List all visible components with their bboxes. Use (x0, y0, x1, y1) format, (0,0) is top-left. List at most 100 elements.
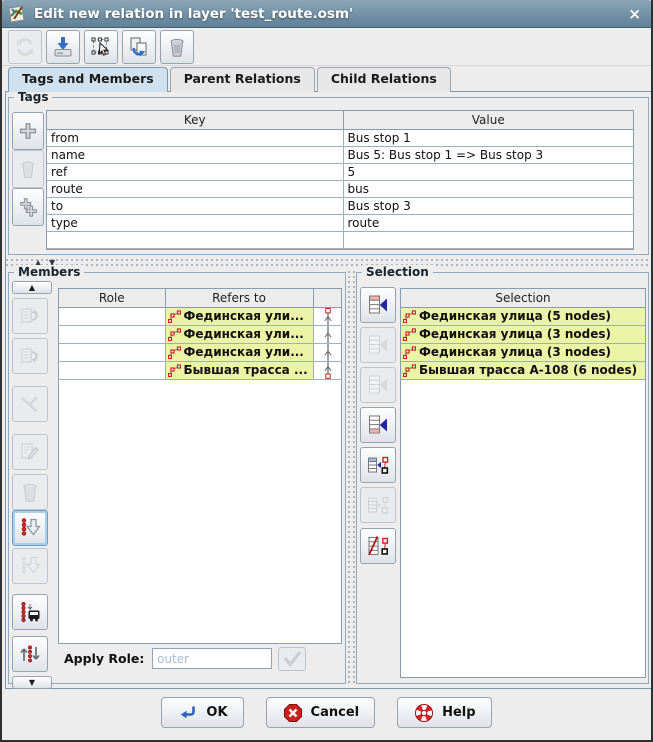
split-members-button[interactable] (12, 386, 48, 422)
members-panel-title: Members (14, 265, 84, 279)
apply-changes-button[interactable] (46, 30, 80, 64)
link-icon (314, 326, 342, 343)
selection-row[interactable]: Бывшая трасса А-108 (6 nodes) (401, 361, 645, 379)
cancel-button[interactable]: Cancel (266, 697, 376, 728)
copy-member-above-button[interactable] (12, 298, 48, 334)
triangle-up-icon: ▲ (29, 283, 35, 292)
members-table: Role Refers to Фединская ули... Фединска… (59, 289, 341, 380)
way-icon (403, 310, 416, 323)
tab-child-relations[interactable]: Child Relations (317, 67, 451, 92)
link-icon (314, 362, 342, 379)
selection-row[interactable]: Фединская улица (5 nodes) (401, 307, 645, 325)
horizontal-splitter[interactable]: ▲ ▼ (5, 258, 652, 269)
tab-bar: Tags and Members Parent Relations Child … (8, 67, 451, 92)
select-relation-button[interactable] (84, 30, 118, 64)
members-col-role: Role (59, 289, 165, 307)
paste-tags-icon (17, 196, 39, 218)
window-title: Edit new relation in layer 'test_route.o… (34, 6, 626, 22)
way-icon (168, 364, 181, 377)
branch-icon (18, 392, 42, 416)
add-selection-at-end-button[interactable] (360, 407, 396, 443)
select-icon (89, 35, 113, 59)
titlebar[interactable]: Edit new relation in layer 'test_route.o… (0, 0, 653, 28)
tag-row[interactable]: fromBus stop 1 (47, 129, 633, 146)
member-role-cell (59, 361, 165, 379)
select-objects-of-members-button[interactable] (360, 487, 396, 523)
add-after-icon (366, 373, 390, 397)
help-button[interactable]: Help (397, 697, 491, 728)
member-row[interactable]: Фединская ули... (59, 343, 341, 361)
add-tag-button[interactable] (12, 112, 44, 150)
select-members-from-selection-button[interactable] (360, 447, 396, 483)
apply-role-button[interactable] (278, 647, 306, 671)
route-sort-button[interactable] (12, 594, 48, 630)
toolbar (2, 28, 651, 66)
add-tag-icon (17, 120, 39, 142)
tags-table: Key Value fromBus stop 1 nameBus 5: Bus … (47, 111, 633, 249)
close-button[interactable]: × (626, 5, 643, 23)
members-table-viewport: Role Refers to Фединская ули... Фединска… (58, 288, 342, 644)
selection-col-header: Selection (401, 289, 645, 307)
copy-above-icon (18, 304, 42, 328)
member-role-cell (59, 307, 165, 325)
add-at-start-icon (366, 293, 390, 317)
selection-panel-title: Selection (362, 265, 433, 279)
tag-row[interactable]: typeroute (47, 214, 633, 231)
remove-selected-from-relation-button[interactable] (360, 528, 396, 564)
add-selection-after-button[interactable] (360, 367, 396, 403)
selection-row[interactable]: Фединская улица (3 nodes) (401, 325, 645, 343)
selection-table: Selection Фединская улица (5 nodes) Феди… (401, 289, 645, 380)
add-selection-before-button[interactable] (360, 327, 396, 363)
members-col-link (313, 289, 341, 307)
refresh-button[interactable] (8, 30, 42, 64)
copy-member-below-button[interactable] (12, 338, 48, 374)
download-members-icon (18, 516, 42, 540)
delete-relation-button[interactable] (160, 30, 194, 64)
member-row[interactable]: Бывшая трасса ... (59, 361, 341, 379)
vertical-splitter[interactable] (347, 270, 356, 684)
duplicate-relation-button[interactable] (122, 30, 156, 64)
apply-role-input[interactable] (152, 648, 272, 669)
edit-member-button[interactable] (12, 434, 48, 470)
selection-table-viewport: Selection Фединская улица (5 nodes) Феди… (400, 288, 646, 678)
relation-editor-window: Edit new relation in layer 'test_route.o… (0, 0, 653, 742)
remove-selected-icon (366, 534, 390, 558)
download-selected-members-button[interactable] (12, 548, 48, 584)
check-icon (282, 650, 302, 668)
footer-button-bar: OK Cancel Help (2, 697, 651, 728)
way-icon (403, 364, 416, 377)
tag-row[interactable]: ref5 (47, 163, 633, 180)
tag-row[interactable]: nameBus 5: Bus stop 1 => Bus stop 3 (47, 146, 633, 163)
way-icon (403, 346, 416, 359)
add-at-end-icon (366, 413, 390, 437)
tag-row-empty[interactable] (47, 231, 633, 248)
route-sort-icon (18, 600, 42, 624)
add-selection-at-start-button[interactable] (360, 287, 396, 323)
ok-button[interactable]: OK (161, 697, 243, 728)
member-row[interactable]: Фединская ули... (59, 325, 341, 343)
edit-icon (18, 440, 42, 464)
ok-return-icon (177, 702, 199, 724)
tags-col-key: Key (47, 111, 343, 129)
selection-row[interactable]: Фединская улица (3 nodes) (401, 343, 645, 361)
remove-member-button[interactable] (12, 474, 48, 510)
tags-col-value: Value (343, 111, 633, 129)
tag-row[interactable]: toBus stop 3 (47, 197, 633, 214)
tab-parent-relations[interactable]: Parent Relations (170, 67, 315, 92)
tag-row[interactable]: routebus (47, 180, 633, 197)
tags-table-viewport: Key Value fromBus stop 1 nameBus 5: Bus … (46, 110, 634, 250)
reverse-order-button[interactable] (12, 636, 48, 672)
download-members-button[interactable] (12, 510, 48, 546)
way-icon (403, 328, 416, 341)
move-member-up-button[interactable]: ▲ (12, 281, 52, 294)
delete-tag-button[interactable] (12, 150, 44, 188)
member-row[interactable]: Фединская ули... (59, 307, 341, 325)
trash-icon (165, 35, 189, 59)
way-icon (168, 346, 181, 359)
tab-tags-and-members[interactable]: Tags and Members (8, 67, 168, 92)
paste-tags-button[interactable] (12, 188, 44, 226)
member-role-cell (59, 343, 165, 361)
cancel-octagon-icon (282, 702, 304, 724)
triangle-down-icon: ▼ (29, 678, 35, 687)
move-member-down-button[interactable]: ▼ (12, 676, 52, 689)
